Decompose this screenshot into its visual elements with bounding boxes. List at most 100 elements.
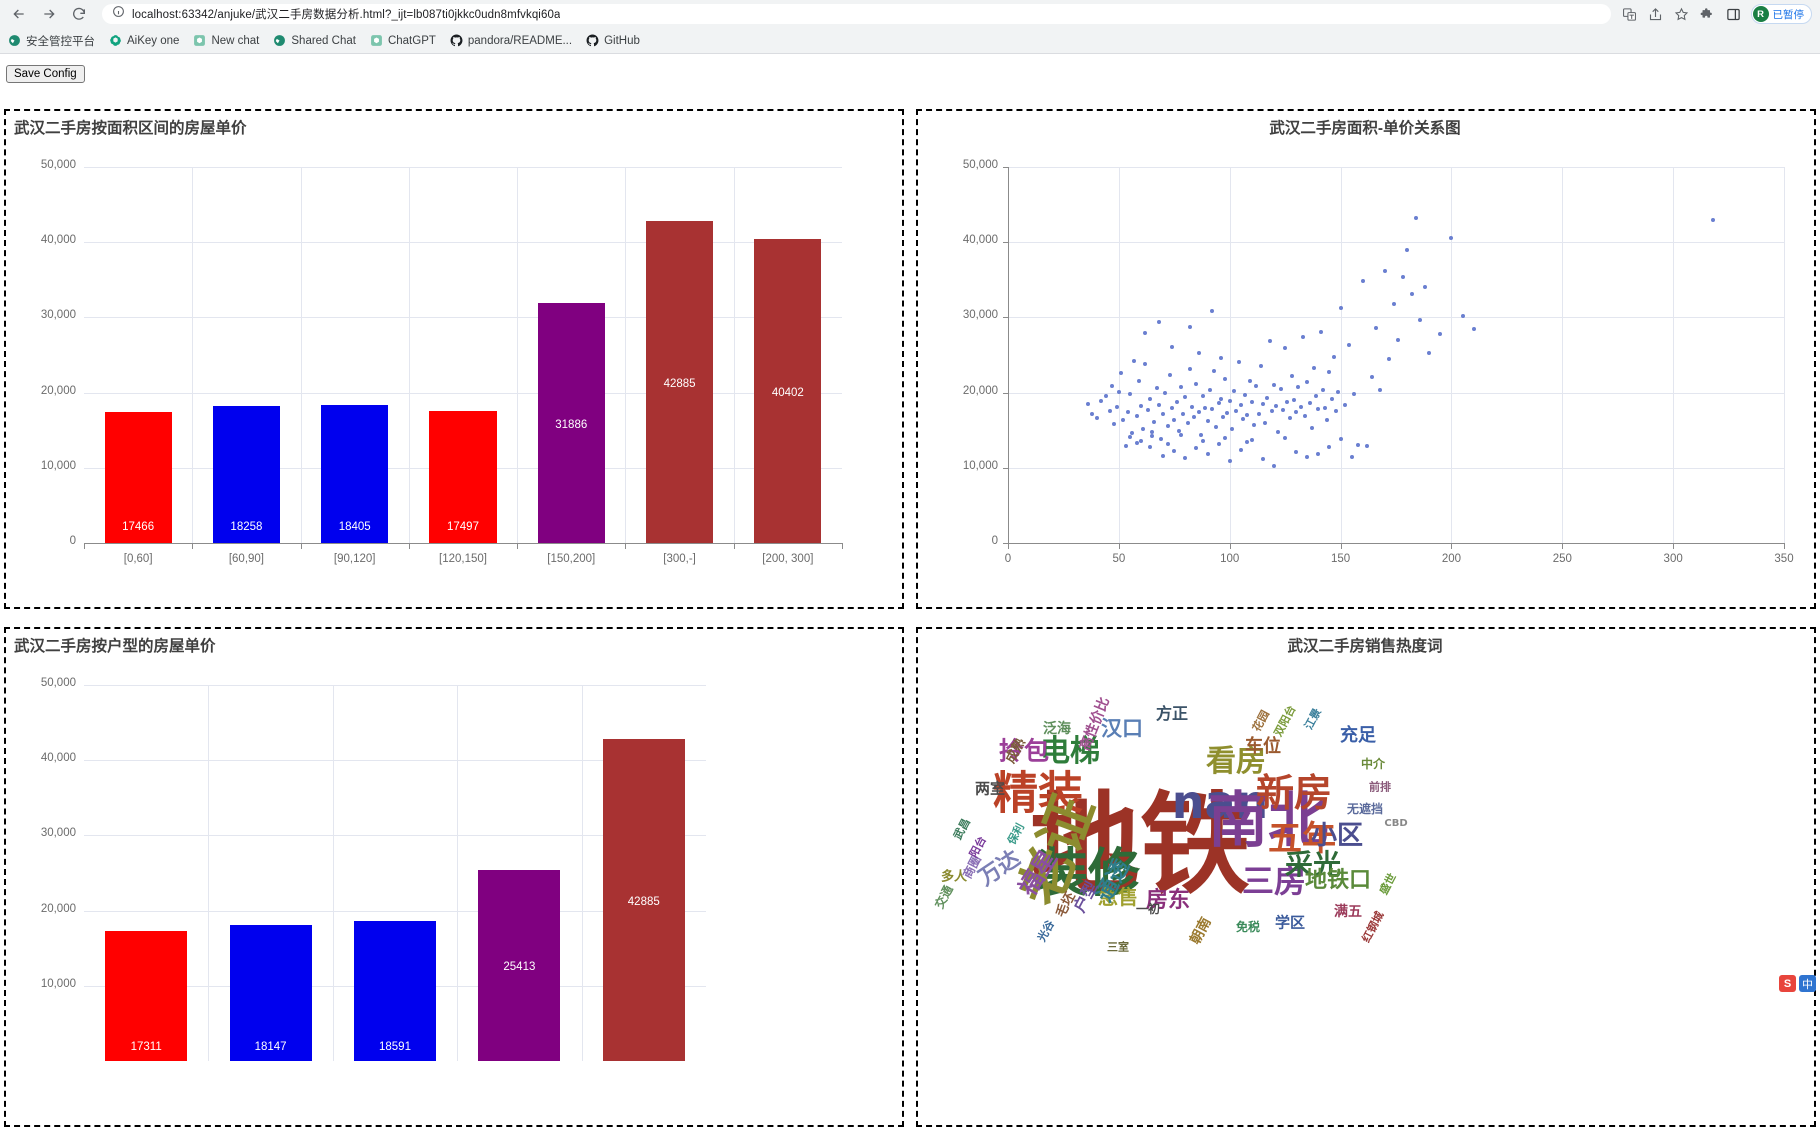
scatter-point [1338, 437, 1343, 442]
wordcloud-word: 方正 [1155, 704, 1189, 723]
reload-icon[interactable] [66, 1, 92, 27]
scatter-point [1351, 392, 1356, 397]
gridline [84, 242, 842, 244]
scatter-point [1201, 438, 1206, 443]
scatter-point [1158, 437, 1163, 442]
scatter-point [1413, 216, 1418, 221]
x-axis-tick-mark [517, 543, 519, 549]
x-axis-tick: 0 [1004, 553, 1012, 565]
scatter-point [1110, 383, 1115, 388]
scatter-point [1274, 404, 1279, 409]
bookmark-item[interactable]: ChatGPT [370, 34, 436, 47]
bookmark-item[interactable]: AiKey one [109, 34, 179, 47]
y-axis-tick: 20,000 [40, 902, 76, 915]
scatter-point [1161, 411, 1166, 416]
scatter-point [1298, 404, 1303, 409]
y-axis-tick: 30,000 [962, 309, 998, 322]
scatter-point [1314, 394, 1319, 399]
panel-layout-unit-price: 武汉二手房按户型的房屋单价 10,000 20,000 30,000 40,000 50… [4, 627, 904, 1127]
scatter-point [1107, 409, 1112, 414]
panel-area-unit-price: 武汉二手房按面积区间的房屋单价 0 10,000 20,000 30,000 40,00… [4, 109, 904, 609]
gridline [1562, 167, 1564, 543]
wordcloud-word: 交通 [932, 883, 956, 911]
wordcloud-word: 汉口 [1101, 716, 1143, 741]
scatter-point [1209, 309, 1214, 314]
page-info-icon[interactable] [112, 5, 125, 23]
y-axis-tick: 50,000 [962, 159, 998, 171]
scatter-point [1260, 401, 1265, 406]
x-axis-tick: [60,90] [228, 553, 264, 565]
bookmark-label: pandora/README... [467, 34, 573, 47]
scatter-point [1223, 435, 1228, 440]
gridline [457, 685, 459, 1061]
scatter-point [1247, 378, 1252, 383]
scatter-point [1123, 443, 1128, 448]
translate-icon[interactable] [1621, 6, 1638, 23]
bar-value-label: 42885 [627, 895, 660, 908]
scatter-point [1378, 387, 1383, 392]
scatter-point [1192, 415, 1197, 420]
side-panel-icon[interactable] [1725, 6, 1742, 23]
x-axis-tick: [0,60] [123, 553, 153, 565]
openai-icon [193, 34, 206, 47]
bar-value-label: 25413 [503, 960, 536, 973]
gridline [517, 167, 519, 543]
scatter-point [1161, 453, 1166, 458]
scatter-point [1382, 268, 1387, 273]
save-config-button[interactable]: Save Config [6, 65, 85, 83]
scatter-point [1145, 407, 1150, 412]
scatter-point [1347, 343, 1352, 348]
scatter-point [1374, 325, 1379, 330]
scatter-point [1334, 408, 1339, 413]
gridline [332, 685, 334, 1061]
scatter-point [1325, 417, 1330, 422]
bookmark-item[interactable]: GitHub [586, 34, 640, 47]
panel-title-area-unit-price: 武汉二手房按面积区间的房屋单价 [14, 120, 247, 137]
wordcloud-word: 江景 [1302, 706, 1324, 732]
scatter-point [1214, 425, 1219, 430]
x-axis-tick: [90,120] [333, 553, 376, 565]
bar-value-label: 42885 [663, 377, 696, 390]
y-axis-tick: 40,000 [962, 234, 998, 247]
gridline [1008, 467, 1784, 469]
scatter-point [1194, 446, 1199, 451]
scatter-point [1170, 406, 1175, 411]
bookmark-item[interactable]: New chat [193, 34, 259, 47]
scatter-point [1243, 392, 1248, 397]
extensions-puzzle-icon[interactable] [1699, 6, 1716, 23]
scatter-point [1249, 437, 1254, 442]
browser-chrome: localhost:63342/anjuke/武汉二手房数据分析.html?_i… [0, 0, 1820, 54]
profile-chip[interactable]: R 已暂停 [1750, 4, 1812, 24]
scatter-point [1409, 292, 1414, 297]
y-axis-tick: 0 [69, 535, 76, 547]
y-axis-tick: 50,000 [40, 677, 76, 689]
bookmark-star-icon[interactable] [1673, 6, 1690, 23]
address-bar[interactable]: localhost:63342/anjuke/武汉二手房数据分析.html?_i… [102, 4, 1611, 24]
scatter-point [1119, 371, 1124, 376]
bookmark-item[interactable]: 安全管控平台 [8, 33, 95, 49]
share-icon[interactable] [1647, 6, 1664, 23]
back-arrow-icon[interactable] [6, 1, 32, 27]
wordcloud-word: 满五 [1334, 904, 1362, 920]
forward-arrow-icon[interactable] [36, 1, 62, 27]
gridline [408, 167, 410, 543]
scatter-point [1294, 410, 1299, 415]
scatter-point [1167, 372, 1172, 377]
x-axis-line [84, 543, 842, 544]
bar: 42885 [646, 220, 714, 543]
scatter-point [1272, 383, 1277, 388]
gridline [300, 167, 302, 543]
x-axis-tick: 300 [1663, 553, 1683, 565]
scatter-point [1265, 395, 1270, 400]
bookmark-item[interactable]: pandora/README... [450, 34, 572, 47]
y-axis-tick: 20,000 [40, 384, 76, 397]
scatter-point [1241, 416, 1246, 421]
scatter-point [1249, 400, 1254, 405]
scatter-point [1136, 379, 1141, 384]
wordcloud-word: 充足 [1340, 725, 1376, 746]
bookmark-item[interactable]: Shared Chat [273, 34, 356, 47]
toolbar-icons: R 已暂停 [1621, 4, 1815, 24]
scatter-point [1190, 404, 1195, 409]
bookmark-label: GitHub [604, 34, 640, 47]
scatter-point [1254, 383, 1259, 388]
